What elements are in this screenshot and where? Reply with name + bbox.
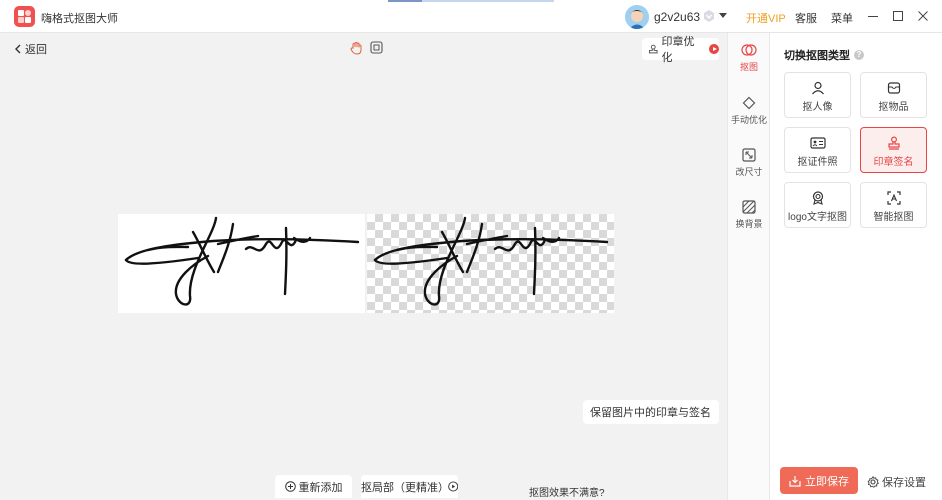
type-card-id-photo[interactable]: 抠证件照	[784, 127, 851, 173]
fit-screen-icon[interactable]	[370, 41, 383, 57]
dropdown-arrow-icon[interactable]	[719, 13, 727, 18]
logo-icon	[812, 191, 823, 205]
save-now-label: 立即保存	[805, 475, 849, 488]
type-card-person[interactable]: 抠人像	[784, 72, 851, 118]
panel-title: 切换抠图类型 ?	[784, 47, 864, 63]
cutout-icon	[741, 44, 757, 56]
original-image	[118, 214, 365, 313]
chevron-left-icon	[15, 44, 21, 54]
minimize-icon[interactable]	[866, 9, 880, 23]
tool-cutout[interactable]: 抠图	[728, 43, 770, 73]
tool-rail: 抠图 手动优化 改尺寸 换背景	[727, 33, 769, 500]
type-card-object[interactable]: 抠物品	[860, 72, 927, 118]
stamp-icon	[887, 136, 900, 150]
back-button[interactable]: 返回	[14, 41, 47, 57]
resize-icon	[742, 148, 756, 162]
readd-button[interactable]: 重新添加	[275, 475, 352, 498]
keep-content-select[interactable]: 保留图片中的印章与签名	[583, 400, 719, 424]
bag-icon	[887, 82, 900, 94]
type-card-seal-signature[interactable]: 印章签名	[860, 127, 927, 173]
download-icon	[789, 475, 801, 487]
local-refine-button[interactable]: 抠局部（更精准）	[361, 475, 458, 498]
unsatisfied-link[interactable]: 抠图效果不满意?	[529, 484, 605, 499]
save-now-button[interactable]: 立即保存	[780, 467, 858, 494]
play-icon	[709, 44, 719, 54]
type-card-smart-label: 智能抠图	[873, 212, 914, 223]
gear-icon	[867, 476, 879, 488]
stamp-icon	[648, 44, 658, 53]
tool-manual-optimize[interactable]: 手动优化	[728, 96, 770, 126]
readd-label: 重新添加	[298, 481, 343, 494]
signature-image	[124, 216, 360, 306]
chevron-down-icon	[701, 409, 708, 414]
customer-service-link[interactable]: 客服	[795, 10, 817, 26]
id-card-icon	[809, 137, 826, 149]
tool-background-label: 换背景	[735, 219, 763, 229]
vip-badge-icon	[702, 9, 716, 26]
tool-cutout-label: 抠图	[739, 62, 758, 72]
avatar[interactable]	[625, 5, 649, 29]
play-circle-icon	[447, 481, 458, 492]
title-bar: 嗨格式抠图大师 g2v2u63 开通VIP 客服 菜单	[0, 0, 942, 33]
type-card-object-label: 抠物品	[878, 102, 909, 113]
keep-content-value: 保留图片中的印章与签名	[590, 407, 711, 419]
type-card-person-label: 抠人像	[802, 102, 833, 113]
tool-resize-label: 改尺寸	[735, 167, 763, 177]
type-card-logo-text[interactable]: logo文字抠图	[784, 182, 851, 228]
type-card-smart[interactable]: 智能抠图	[860, 182, 927, 228]
menu-link[interactable]: 菜单	[831, 10, 853, 26]
local-refine-label: 抠局部（更精准）	[361, 481, 449, 494]
tool-manual-optimize-label: 手动优化	[730, 115, 767, 125]
panel-title-label: 切换抠图类型	[784, 50, 850, 62]
back-label: 返回	[25, 44, 47, 56]
hand-tool-icon[interactable]	[350, 41, 363, 58]
save-settings-button[interactable]: 保存设置	[867, 474, 926, 490]
username[interactable]: g2v2u63	[654, 10, 700, 24]
canvas-area: 返回 印章优化 保留图片中的印章与签名 重新添加 抠局部（更精准） 抠图效果不满…	[0, 33, 727, 500]
plus-circle-icon	[284, 481, 296, 492]
maximize-icon[interactable]	[891, 9, 905, 23]
open-vip-link[interactable]: 开通VIP	[746, 10, 786, 26]
app-title: 嗨格式抠图大师	[41, 13, 118, 25]
top-indicator	[388, 0, 554, 2]
background-icon	[742, 200, 756, 214]
type-card-logo-text-label: logo文字抠图	[788, 212, 847, 223]
save-settings-label: 保存设置	[882, 477, 926, 489]
eraser-icon	[742, 96, 756, 110]
result-image	[367, 214, 614, 313]
seal-optimize-button[interactable]: 印章优化	[642, 36, 719, 64]
close-icon[interactable]	[916, 9, 930, 23]
type-card-seal-signature-label: 印章签名	[873, 157, 914, 168]
type-card-id-photo-label: 抠证件照	[797, 157, 838, 168]
person-icon	[811, 81, 824, 95]
tool-resize[interactable]: 改尺寸	[728, 148, 770, 178]
app-logo	[14, 6, 35, 27]
smart-scan-icon	[886, 191, 901, 205]
seal-optimize-label: 印章优化	[661, 36, 695, 64]
right-panel: 切换抠图类型 ? 抠人像 抠物品 抠证件照 印章签名 logo文字抠图 智能抠图…	[769, 33, 942, 500]
help-icon[interactable]: ?	[854, 50, 864, 60]
signature-cutout-image	[373, 216, 609, 306]
tool-background[interactable]: 换背景	[728, 200, 770, 230]
